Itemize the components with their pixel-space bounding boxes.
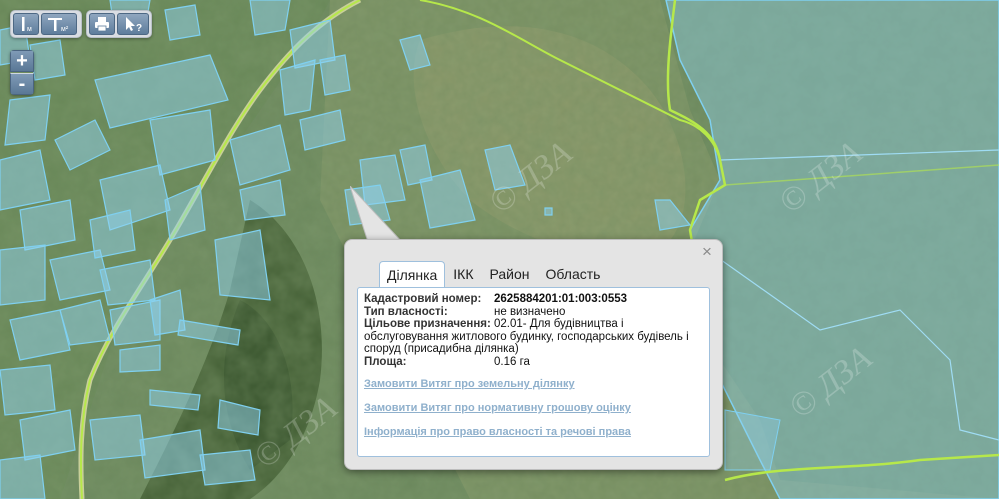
parcel-info-popup: × Ділянка ІКК Район Область Кадастровий … [344,239,723,470]
printer-icon [95,17,109,32]
area-value: 0.16 га [494,355,530,368]
close-icon[interactable]: × [700,243,714,260]
tab-ikk[interactable]: ІКК [445,261,481,288]
tab-region[interactable]: Область [538,261,609,288]
ruler-m-icon: м [22,17,32,33]
links-list: Замовити Витяг про земельну ділянку Замо… [364,378,702,439]
field-label: Кадастровий номер: [364,293,482,305]
ruler-m2-icon: м² [48,18,69,33]
tab-district[interactable]: Район [482,261,538,288]
parcel-details-panel: Кадастровий номер: 2625884201:01:003:055… [357,287,710,457]
cursor-question-icon: ? [126,17,142,33]
measure-area-button[interactable]: м² [41,13,77,35]
ownership-type: не визначено [494,305,566,318]
field-label: Площа: [364,355,407,368]
svg-text:м²: м² [61,26,69,33]
area-row: Площа: 0.16 га [364,356,702,369]
purpose-continuation: обслуговування житлового будинку, господ… [364,330,689,356]
popup-pointer [350,186,404,242]
print-button[interactable] [89,13,115,35]
measure-length-button[interactable]: м [13,13,39,35]
order-parcel-extract-link[interactable]: Замовити Витяг про земельну ділянку [364,378,702,391]
purpose-value: 02.01- Для будівництва і [494,318,624,330]
cadastral-number-row: Кадастровий номер: 2625884201:01:003:055… [364,293,702,306]
ownership-type-row: Тип власності: не визначено [364,306,702,319]
purpose-row: Цільове призначення: 02.01- Для будівниц… [364,318,702,331]
field-label: Цільове призначення: [364,318,491,330]
tab-parcel[interactable]: Ділянка [379,261,446,288]
identify-button[interactable]: ? [117,13,149,35]
zoom-in-button[interactable]: + [10,50,34,72]
order-valuation-extract-link[interactable]: Замовити Витяг про нормативну грошову оц… [364,402,702,415]
zoom-out-button[interactable]: - [10,73,34,95]
ownership-info-link[interactable]: Інформація про право власності та речові… [364,426,702,439]
field-label: Тип власності: [364,305,448,318]
svg-text:м: м [27,26,32,33]
zoom-control: + - [10,50,34,95]
svg-text:?: ? [136,23,142,33]
popup-tabs: Ділянка ІКК Район Область [379,261,608,288]
measure-toolbar: м м² [10,10,82,38]
cadastral-number: 2625884201:01:003:0553 [494,293,628,305]
tools-toolbar: ? [86,10,152,38]
